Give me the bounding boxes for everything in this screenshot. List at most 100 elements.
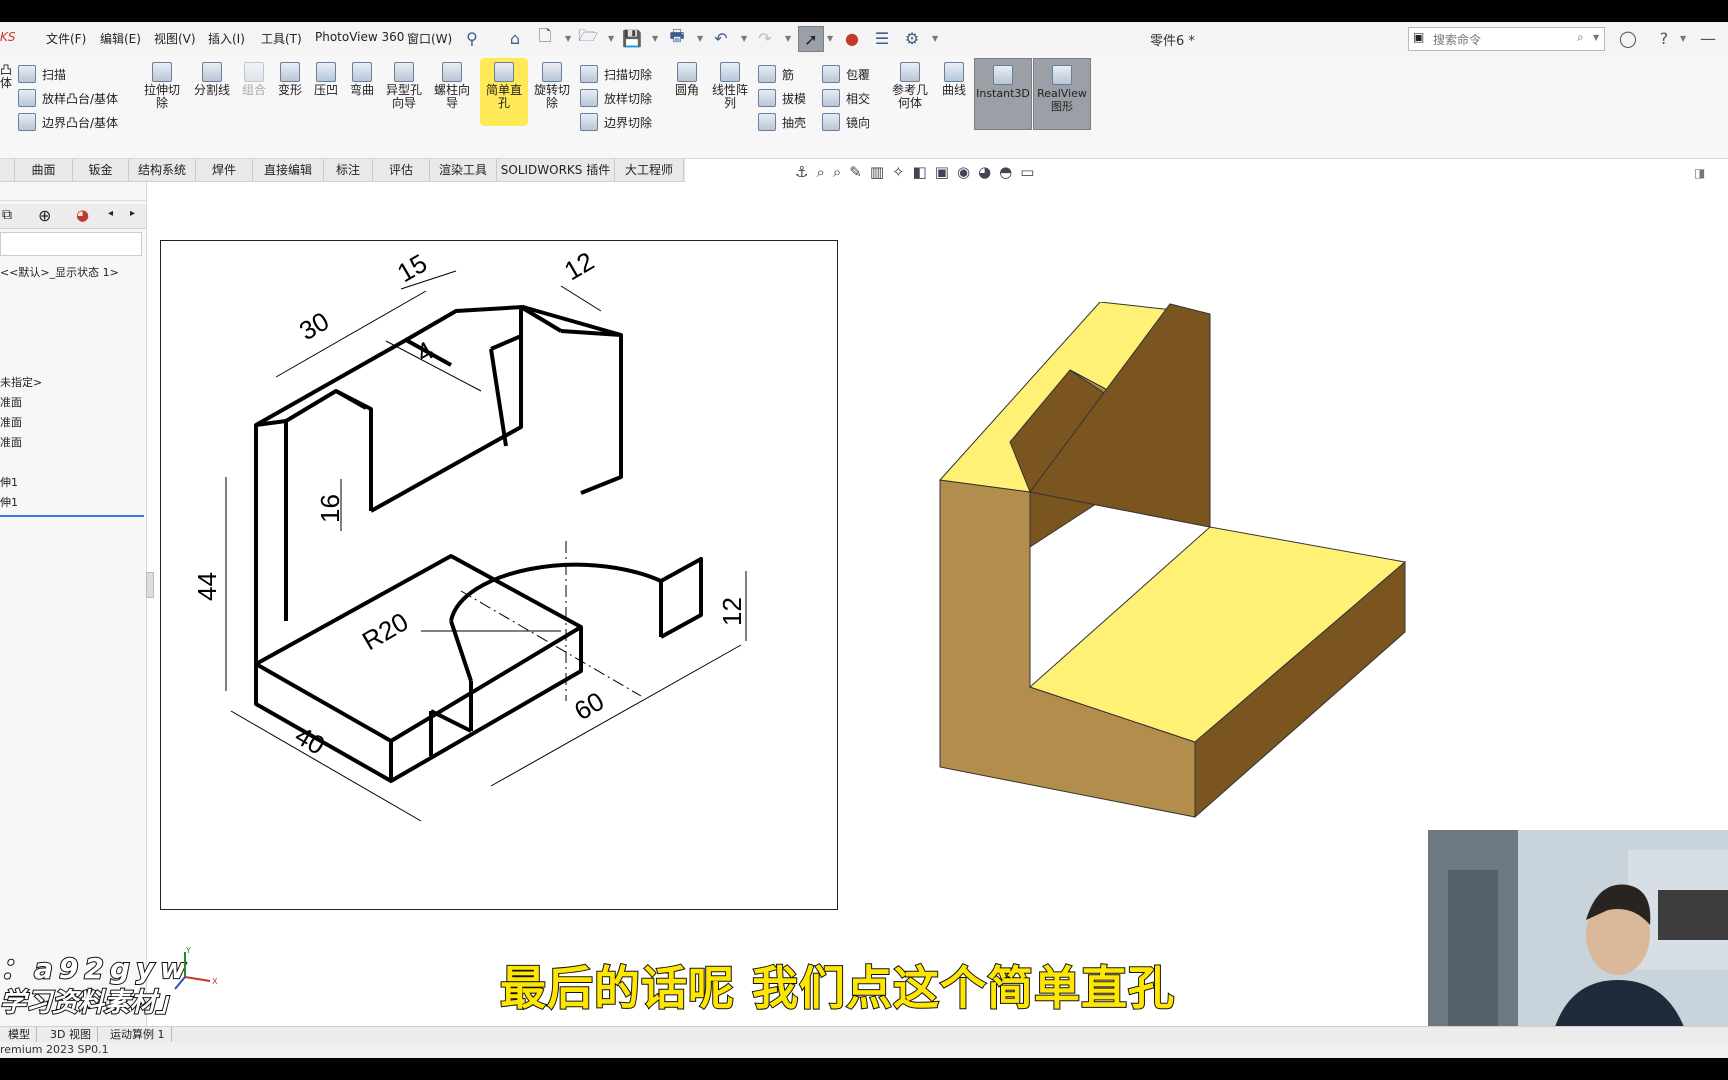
pin-icon[interactable]: ⚲ bbox=[462, 28, 482, 48]
tab-structure-system[interactable]: 结构系统 bbox=[129, 159, 196, 181]
loft-boss-button[interactable]: 放样凸台/基体 bbox=[18, 86, 118, 110]
sweep-button[interactable]: 扫描 bbox=[18, 62, 118, 86]
menu-file[interactable]: 文件(F) bbox=[46, 30, 86, 47]
tree-item-material[interactable]: 未指定> bbox=[0, 374, 42, 390]
realview-toggle[interactable]: RealView 图形 bbox=[1033, 58, 1091, 130]
stud-wizard-button[interactable]: 螺柱向 导 bbox=[430, 62, 474, 110]
revolve-cut-button[interactable]: 旋转切 除 bbox=[530, 62, 574, 110]
view-settings-icon[interactable]: ▭ bbox=[1020, 163, 1034, 181]
minimize-icon[interactable]: — bbox=[1698, 28, 1718, 48]
chevron-down-icon[interactable]: ▼ bbox=[565, 34, 571, 43]
menu-window[interactable]: 窗口(W) bbox=[407, 30, 452, 47]
hole-wizard-button[interactable]: 异型孔 向导 bbox=[382, 62, 426, 110]
edit-appearance-icon[interactable]: ◕ bbox=[978, 163, 991, 181]
dynamic-annotation-icon[interactable]: ✧ bbox=[892, 163, 905, 181]
rib-button[interactable]: 筋 bbox=[758, 62, 806, 86]
boss-base-partial-button[interactable]: 凸 体 bbox=[0, 64, 12, 90]
save-icon[interactable]: 💾 bbox=[622, 28, 642, 48]
gear-icon[interactable]: ⚙ bbox=[902, 28, 922, 48]
filter-input[interactable] bbox=[0, 232, 142, 256]
zoom-to-area-icon[interactable]: ⌕ bbox=[833, 163, 841, 181]
print-icon[interactable]: 🖶 bbox=[667, 26, 687, 48]
open-folder-icon[interactable]: 🗁 bbox=[578, 26, 598, 48]
curves-button[interactable]: 曲线 bbox=[938, 62, 970, 97]
fillet-button[interactable]: 圆角 bbox=[670, 62, 704, 97]
view-orientation-icon[interactable]: ⚓ bbox=[795, 163, 808, 181]
menu-edit[interactable]: 编辑(E) bbox=[100, 30, 141, 47]
indent-button[interactable]: 压凹 bbox=[310, 62, 342, 97]
menu-photoview[interactable]: PhotoView 360 bbox=[315, 30, 404, 44]
chevron-down-icon[interactable]: ▼ bbox=[1680, 34, 1686, 43]
configuration-manager-icon[interactable]: ⊕ bbox=[38, 206, 51, 225]
user-account-icon[interactable]: ◯ bbox=[1618, 28, 1638, 48]
chevron-down-icon[interactable]: ▼ bbox=[785, 34, 791, 43]
tab-features[interactable] bbox=[0, 159, 15, 181]
zoom-to-fit-icon[interactable]: ⌕ bbox=[816, 163, 824, 181]
boundary-boss-button[interactable]: 边界凸台/基体 bbox=[18, 110, 118, 134]
tree-item-top-plane[interactable]: 准面 bbox=[0, 414, 22, 430]
mirror-button[interactable]: 镜向 bbox=[822, 110, 870, 134]
rollback-bar[interactable] bbox=[0, 515, 144, 517]
tree-item-extrude1[interactable]: 伸1 bbox=[0, 474, 18, 490]
deform-button[interactable]: 变形 bbox=[274, 62, 306, 97]
display-style-icon[interactable]: ▣ bbox=[935, 163, 949, 181]
previous-view-icon[interactable]: ✎ bbox=[849, 163, 862, 181]
tab-render-tools[interactable]: 渲染工具 bbox=[430, 159, 497, 181]
panel-toggle-icon[interactable]: ◨ bbox=[1694, 166, 1705, 180]
tab-weldments[interactable]: 焊件 bbox=[196, 159, 253, 181]
instant3d-toggle[interactable]: Instant3D bbox=[974, 58, 1032, 130]
linear-pattern-button[interactable]: 线性阵 列 bbox=[708, 62, 752, 110]
split-line-button[interactable]: 分割线 bbox=[190, 62, 234, 97]
display-manager-icon[interactable]: ◕ bbox=[76, 206, 89, 224]
wrap-button[interactable]: 包覆 bbox=[822, 62, 870, 86]
redo-icon[interactable]: ↷ bbox=[755, 28, 775, 48]
tab-markup[interactable]: 标注 bbox=[324, 159, 373, 181]
swept-cut-button[interactable]: 扫描切除 bbox=[580, 62, 652, 86]
tab-model[interactable]: 模型 bbox=[2, 1027, 37, 1043]
tab-solidworks-addins[interactable]: SOLIDWORKS 插件 bbox=[497, 159, 615, 181]
property-manager-icon[interactable]: ⧉ bbox=[2, 207, 12, 223]
scroll-left-icon[interactable]: ◂ bbox=[108, 208, 113, 219]
select-cursor-icon[interactable]: ➚ bbox=[798, 26, 824, 52]
extrude-cut-button[interactable]: 拉伸切 除 bbox=[140, 62, 184, 110]
combine-button[interactable]: 组合 bbox=[238, 62, 270, 97]
menu-view[interactable]: 视图(V) bbox=[154, 30, 196, 47]
help-icon[interactable]: ? bbox=[1654, 28, 1674, 48]
chevron-down-icon[interactable]: ▼ bbox=[932, 34, 938, 43]
chevron-down-icon[interactable]: ▼ bbox=[741, 34, 747, 43]
home-icon[interactable]: ⌂ bbox=[505, 28, 525, 48]
new-document-icon[interactable]: 🗋 bbox=[535, 26, 555, 48]
section-view-icon[interactable]: ▥ bbox=[870, 163, 884, 181]
chevron-down-icon[interactable]: ▼ bbox=[652, 34, 658, 43]
menu-insert[interactable]: 插入(I) bbox=[208, 30, 245, 47]
apply-scene-icon[interactable]: ◓ bbox=[999, 163, 1012, 181]
shell-button[interactable]: 抽壳 bbox=[758, 110, 806, 134]
tab-direct-editing[interactable]: 直接编辑 bbox=[253, 159, 324, 181]
hide-show-items-icon[interactable]: ◉ bbox=[957, 163, 970, 181]
reference-geometry-button[interactable]: 参考几 何体 bbox=[888, 62, 932, 110]
tab-surfaces[interactable]: 曲面 bbox=[15, 159, 73, 181]
chevron-down-icon[interactable]: ▼ bbox=[608, 34, 614, 43]
chevron-down-icon[interactable]: ▼ bbox=[827, 34, 833, 43]
tab-motion-study[interactable]: 运动算例 1 bbox=[104, 1027, 172, 1043]
tab-evaluate[interactable]: 评估 bbox=[373, 159, 430, 181]
tree-item-front-plane[interactable]: 准面 bbox=[0, 394, 22, 410]
panel-collapse-handle[interactable] bbox=[146, 572, 154, 598]
rebuild-traffic-light-icon[interactable]: ● bbox=[842, 28, 862, 48]
lofted-cut-button[interactable]: 放样切除 bbox=[580, 86, 652, 110]
tab-sheet-metal[interactable]: 钣金 bbox=[73, 159, 129, 181]
tree-item-extrude2[interactable]: 伸1 bbox=[0, 494, 18, 510]
scroll-right-icon[interactable]: ▸ bbox=[130, 208, 135, 219]
search-input[interactable]: 搜索命令 bbox=[1433, 31, 1481, 48]
intersect-button[interactable]: 相交 bbox=[822, 86, 870, 110]
draft-button[interactable]: 拔模 bbox=[758, 86, 806, 110]
flex-button[interactable]: 弯曲 bbox=[346, 62, 378, 97]
simple-hole-button[interactable]: 简单直 孔 bbox=[482, 62, 526, 110]
tab-da-gong-cheng-shi[interactable]: 大工程师 bbox=[615, 159, 684, 181]
chevron-down-icon[interactable]: ▼ bbox=[1593, 33, 1599, 42]
undo-icon[interactable]: ↶ bbox=[711, 28, 731, 48]
tree-item-right-plane[interactable]: 准面 bbox=[0, 434, 22, 450]
tab-3d-views[interactable]: 3D 视图 bbox=[44, 1027, 98, 1043]
search-icon[interactable]: ⌕ bbox=[1577, 30, 1584, 45]
menu-tools[interactable]: 工具(T) bbox=[261, 30, 302, 47]
